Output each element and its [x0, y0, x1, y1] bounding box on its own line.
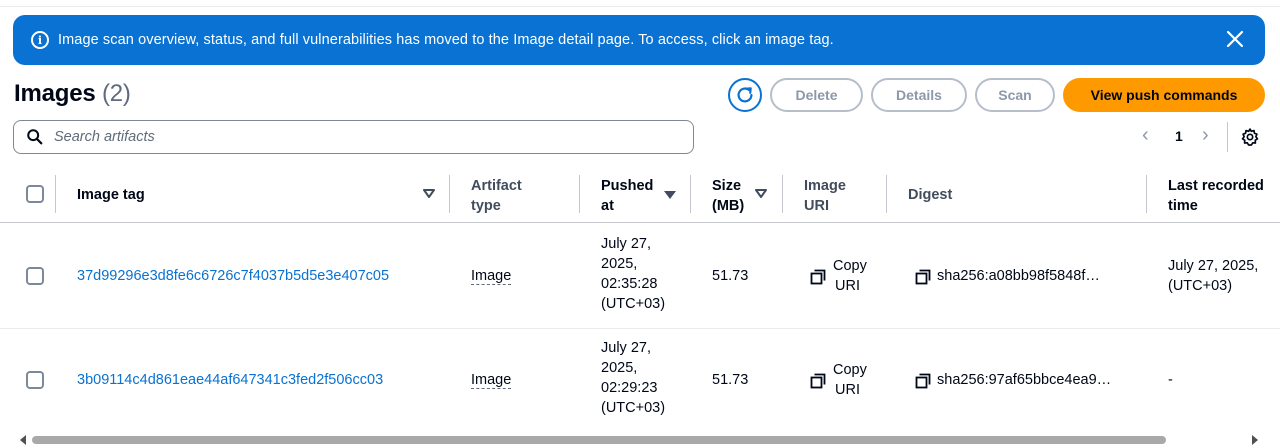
copy-uri-button[interactable]: Copy URI: [833, 360, 867, 400]
refresh-button[interactable]: [728, 78, 762, 112]
column-divider: [886, 175, 887, 213]
col-pushed-at-line2: at: [601, 198, 614, 214]
close-icon[interactable]: [1223, 27, 1247, 51]
col-size-line1: Size: [712, 178, 742, 194]
column-divider: [579, 175, 580, 213]
table-row: 37d99296e3d8fe6c6726c7f4037b5d5e3e407c05…: [0, 224, 1280, 329]
table-header: Image tag Artifact type Pushed at Size (…: [0, 165, 1280, 223]
page-title: Images (2): [14, 80, 131, 108]
copy-icon[interactable]: [810, 269, 826, 285]
info-icon: i: [31, 31, 49, 49]
info-banner: i Image scan overview, status, and full …: [13, 15, 1265, 65]
digest-value: sha256:a08bb98f5848f…: [937, 268, 1100, 284]
size-value: 51.73: [712, 268, 749, 284]
col-image-uri-line2: URI: [804, 198, 829, 214]
search-icon: [27, 129, 43, 145]
col-digest: Digest: [908, 187, 953, 203]
gear-icon[interactable]: [1240, 127, 1260, 147]
copy-icon[interactable]: [810, 373, 826, 389]
pushed-at: July 27, 2025, 02:35:28 (UTC+03): [601, 234, 665, 314]
column-divider: [55, 175, 56, 213]
column-divider: [1146, 175, 1147, 213]
banner-message: Image scan overview, status, and full vu…: [58, 32, 834, 48]
copy-icon[interactable]: [915, 373, 931, 389]
artifact-type-text[interactable]: Image: [471, 372, 512, 389]
copy-uri-button[interactable]: Copy URI: [833, 256, 867, 296]
search-input[interactable]: [54, 129, 654, 145]
col-artifact-type-line1: Artifact: [471, 178, 522, 194]
image-tag-link[interactable]: 3b09114c4d861eae44af647341c3fed2f506cc03: [77, 370, 383, 390]
pushed-at-line3: 02:35:28: [601, 276, 658, 292]
column-divider: [782, 175, 783, 213]
col-last-recorded[interactable]: Last recorded time: [1168, 176, 1264, 216]
pushed-at-line4: (UTC+03): [601, 296, 666, 312]
column-divider: [449, 175, 450, 213]
chevron-right-icon[interactable]: ›: [1202, 124, 1209, 147]
pushed-at-line1: July 27,: [601, 236, 651, 252]
col-image-uri: Image URI: [804, 176, 846, 216]
image-tag-link[interactable]: 37d99296e3d8fe6c6726c7f4037b5d5e3e407c05: [77, 266, 389, 286]
page-title-text: Images: [14, 80, 96, 107]
sort-down-icon[interactable]: [423, 189, 435, 199]
image-count: (2): [101, 80, 131, 107]
col-artifact-type-line2: type: [471, 198, 501, 214]
col-last-recorded-line2: time: [1168, 198, 1198, 214]
row-checkbox[interactable]: [26, 267, 44, 285]
copy-uri-line1: Copy: [833, 362, 867, 378]
table-row: 3b09114c4d861eae44af647341c3fed2f506cc03…: [0, 329, 1280, 433]
artifact-type[interactable]: Image: [471, 266, 512, 286]
pushed-at-line1: July 27,: [601, 340, 651, 356]
col-last-recorded-line1: Last recorded: [1168, 178, 1264, 194]
copy-uri-line2: URI: [835, 278, 860, 294]
col-size-line2: (MB): [712, 198, 745, 214]
sort-descending-icon[interactable]: [664, 191, 676, 199]
artifact-type-text[interactable]: Image: [471, 268, 512, 285]
pushed-at: July 27, 2025, 02:29:23 (UTC+03): [601, 338, 665, 418]
column-divider: [690, 175, 691, 213]
last-recorded-line2: (UTC+03): [1168, 278, 1233, 294]
page-number[interactable]: 1: [1175, 128, 1183, 144]
scroll-right-icon[interactable]: [1252, 435, 1258, 445]
col-pushed-at[interactable]: Pushed at: [601, 176, 653, 216]
scrollbar-thumb[interactable]: [32, 436, 1166, 444]
sort-down-icon[interactable]: [755, 189, 767, 199]
select-all-checkbox[interactable]: [26, 185, 44, 203]
last-recorded: -: [1168, 370, 1173, 390]
search-bar[interactable]: [13, 120, 694, 154]
col-artifact-type[interactable]: Artifact type: [471, 176, 522, 216]
digest-value: sha256:97af65bbce4ea9…: [937, 372, 1112, 388]
pagination-divider: [1227, 122, 1228, 152]
copy-uri-line2: URI: [835, 382, 860, 398]
pushed-at-line3: 02:29:23: [601, 380, 658, 396]
col-size[interactable]: Size (MB): [712, 176, 744, 216]
scan-button[interactable]: Scan: [975, 78, 1055, 112]
view-push-commands-button[interactable]: View push commands: [1063, 78, 1265, 112]
col-pushed-at-line1: Pushed: [601, 178, 654, 194]
pushed-at-line4: (UTC+03): [601, 400, 666, 416]
chevron-left-icon[interactable]: ‹: [1142, 124, 1149, 147]
col-image-tag[interactable]: Image tag: [77, 185, 145, 205]
size-value: 51.73: [712, 372, 749, 388]
copy-icon[interactable]: [915, 269, 931, 285]
artifact-type[interactable]: Image: [471, 370, 512, 390]
refresh-icon: [737, 87, 753, 103]
last-recorded: July 27, 2025, (UTC+03): [1168, 256, 1258, 296]
details-button[interactable]: Details: [871, 78, 967, 112]
scroll-left-icon[interactable]: [20, 435, 26, 445]
pushed-at-line2: 2025,: [601, 256, 638, 272]
delete-button[interactable]: Delete: [770, 78, 863, 112]
last-recorded-line1: -: [1168, 372, 1173, 388]
col-image-uri-line1: Image: [804, 178, 846, 194]
last-recorded-line1: July 27, 2025,: [1168, 258, 1259, 274]
copy-uri-line1: Copy: [833, 258, 867, 274]
pushed-at-line2: 2025,: [601, 360, 638, 376]
horizontal-scrollbar[interactable]: [0, 432, 1280, 448]
top-divider: [0, 6, 1280, 7]
row-checkbox[interactable]: [26, 371, 44, 389]
